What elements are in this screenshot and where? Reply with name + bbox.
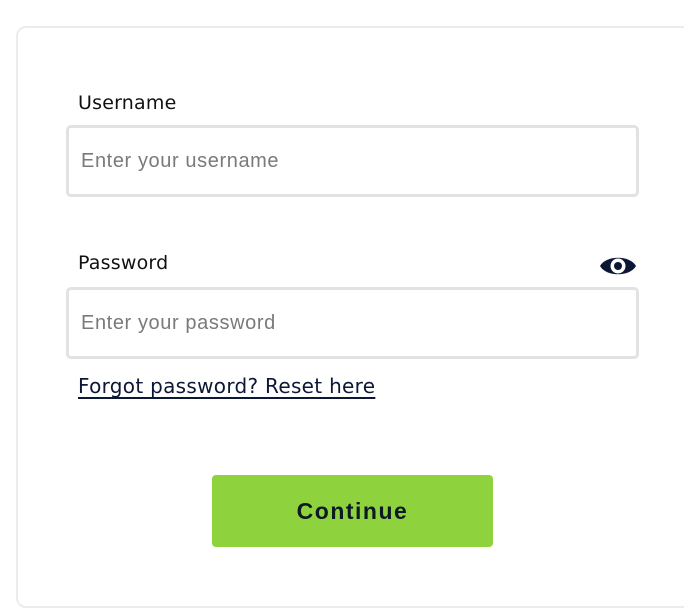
continue-button[interactable]: Continue [212,475,493,547]
eye-icon[interactable] [599,252,637,280]
forgot-password-link[interactable]: Forgot password? Reset here [78,374,375,398]
password-input[interactable] [66,287,639,359]
password-label: Password [78,252,169,274]
username-input[interactable] [66,125,639,197]
username-label: Username [78,92,177,114]
